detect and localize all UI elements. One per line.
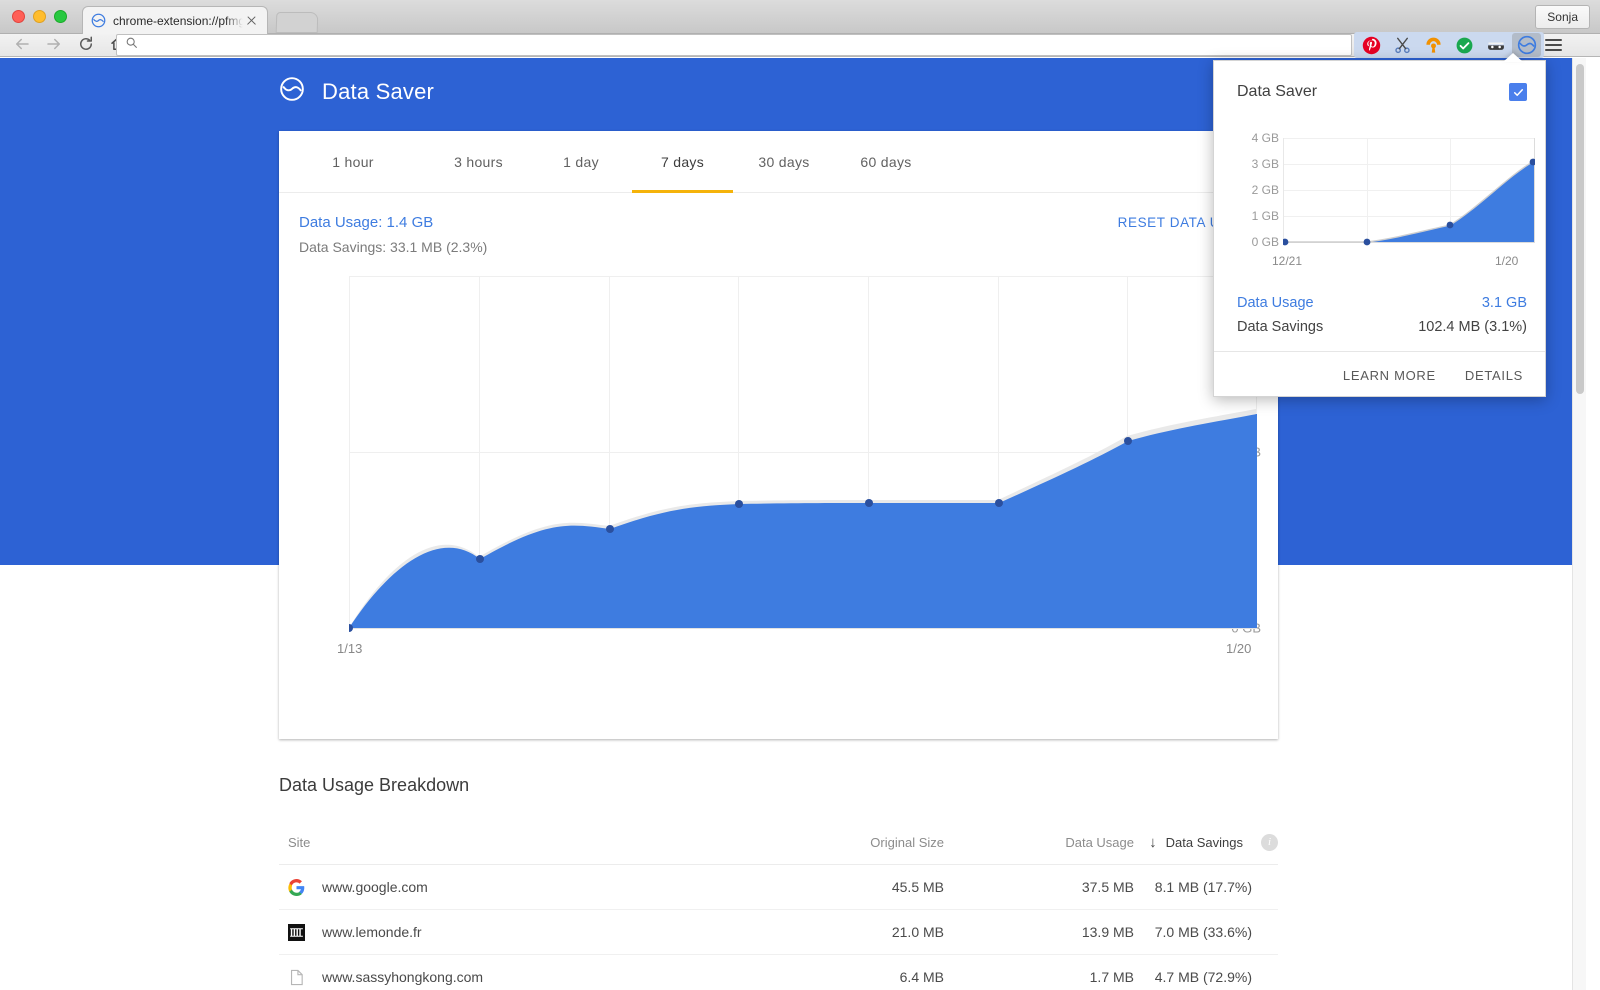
google-icon xyxy=(288,879,305,896)
down-arrow-icon: ↓ xyxy=(1149,834,1157,851)
range-tabs: 1 hour 3 hours 1 day 7 days 30 days 60 d… xyxy=(279,131,1278,193)
close-window-button[interactable] xyxy=(12,10,25,23)
keyhole-lock-icon[interactable] xyxy=(1419,33,1448,57)
main-usage-chart: 2 GB 1 GB 0 GB 1/13 1/20 xyxy=(299,276,1261,696)
page-scrollbar[interactable] xyxy=(1572,58,1586,990)
main-chart-plot xyxy=(349,276,1257,628)
tab-60-days[interactable]: 60 days xyxy=(835,131,937,193)
popup-y-tick-3gb: 3 GB xyxy=(1237,157,1279,171)
popup-header: Data Saver xyxy=(1237,83,1527,101)
popup-stats: Data Usage 3.1 GB Data Savings 102.4 MB … xyxy=(1237,291,1527,339)
popup-usage-row: Data Usage 3.1 GB xyxy=(1237,291,1527,315)
close-icon[interactable] xyxy=(245,14,259,28)
tab-7-days[interactable]: 7 days xyxy=(632,131,733,193)
forward-arrow-icon[interactable] xyxy=(40,30,68,58)
minimize-window-button[interactable] xyxy=(33,10,46,23)
popup-x-tick-end: 1/20 xyxy=(1495,254,1518,268)
cell-data-savings: 7.0 MB (33.6%) xyxy=(1134,924,1278,940)
popup-title: Data Saver xyxy=(1237,83,1509,101)
cell-site: www.sassyhongkong.com xyxy=(279,969,754,986)
data-saver-icon xyxy=(279,76,305,107)
data-saver-icon xyxy=(91,13,106,28)
breakdown-table: Site Original Size Data Usage ↓ Data Sav… xyxy=(279,820,1278,990)
x-tick-start: 1/13 xyxy=(337,641,362,656)
back-arrow-icon[interactable] xyxy=(8,30,36,58)
data-usage-total: Data Usage: 1.4 GB xyxy=(299,212,487,234)
popup-y-tick-4gb: 4 GB xyxy=(1237,131,1279,145)
table-row[interactable]: www.sassyhongkong.com 6.4 MB 1.7 MB 4.7 … xyxy=(279,955,1278,990)
data-savings-total: Data Savings: 33.1 MB (2.3%) xyxy=(299,236,487,258)
data-usage-card: 1 hour 3 hours 1 day 7 days 30 days 60 d… xyxy=(279,131,1278,739)
cell-data-usage: 37.5 MB xyxy=(944,879,1134,895)
popup-usage-area xyxy=(1283,161,1534,242)
scrollbar-thumb[interactable] xyxy=(1576,64,1584,394)
popup-y-tick-1gb: 1 GB xyxy=(1237,209,1279,223)
cell-original-size: 45.5 MB xyxy=(754,879,944,895)
data-usage-area xyxy=(349,414,1257,628)
popup-actions: LEARN MORE DETAILS xyxy=(1214,352,1545,398)
learn-more-button[interactable]: LEARN MORE xyxy=(1343,368,1436,383)
usage-summary: Data Usage: 1.4 GB Data Savings: 33.1 MB… xyxy=(299,212,487,258)
cell-original-size: 6.4 MB xyxy=(754,969,944,985)
popup-y-tick-2gb: 2 GB xyxy=(1237,183,1279,197)
popup-usage-label: Data Usage xyxy=(1237,291,1314,315)
tab-1-hour[interactable]: 1 hour xyxy=(279,131,427,193)
cell-data-usage: 13.9 MB xyxy=(944,924,1134,940)
popup-usage-value: 3.1 GB xyxy=(1482,291,1527,315)
page-icon xyxy=(288,969,305,986)
lemonde-icon xyxy=(288,924,305,941)
cell-site: www.lemonde.fr xyxy=(279,924,754,941)
popup-savings-label: Data Savings xyxy=(1237,315,1323,339)
popup-x-tick-start: 12/21 xyxy=(1272,254,1302,268)
details-button[interactable]: DETAILS xyxy=(1465,368,1523,383)
new-tab-button[interactable] xyxy=(276,12,319,33)
site-name: www.lemonde.fr xyxy=(322,924,422,940)
column-header-usage[interactable]: Data Usage xyxy=(944,835,1134,850)
browser-titlebar: chrome-extension://pfmgfc Sonja xyxy=(0,0,1600,34)
reload-icon[interactable] xyxy=(72,30,100,58)
tab-3-hours[interactable]: 3 hours xyxy=(427,131,530,193)
tab-title: chrome-extension://pfmgfc xyxy=(113,14,243,28)
table-row[interactable]: www.google.com 45.5 MB 37.5 MB 8.1 MB (1… xyxy=(279,865,1278,910)
table-header-row: Site Original Size Data Usage ↓ Data Sav… xyxy=(279,820,1278,865)
popup-usage-chart: 4 GB 3 GB 2 GB 1 GB 0 GB 12/21 1/20 xyxy=(1237,136,1532,271)
popup-savings-value: 102.4 MB (3.1%) xyxy=(1418,315,1527,339)
browser-window: chrome-extension://pfmgfc Sonja xyxy=(0,0,1600,990)
popup-arrow xyxy=(1503,53,1523,62)
page-title: Data Saver xyxy=(322,79,434,105)
green-check-icon[interactable] xyxy=(1450,33,1479,57)
page-header: Data Saver xyxy=(279,76,434,107)
pinterest-icon[interactable] xyxy=(1357,33,1386,57)
hamburger-menu-icon[interactable] xyxy=(1540,32,1566,58)
scissors-icon[interactable] xyxy=(1388,33,1417,57)
popup-chart-plot xyxy=(1283,136,1535,243)
breakdown-title: Data Usage Breakdown xyxy=(279,775,469,796)
profile-button[interactable]: Sonja xyxy=(1535,5,1590,29)
site-name: www.sassyhongkong.com xyxy=(322,969,483,985)
column-header-original[interactable]: Original Size xyxy=(754,835,944,850)
popup-savings-row: Data Savings 102.4 MB (3.1%) xyxy=(1237,315,1527,339)
tab-30-days[interactable]: 30 days xyxy=(733,131,835,193)
cell-data-savings: 4.7 MB (72.9%) xyxy=(1134,969,1278,985)
window-controls xyxy=(12,10,67,23)
address-bar[interactable] xyxy=(116,34,1352,56)
navigation-buttons xyxy=(8,30,132,58)
maximize-window-button[interactable] xyxy=(54,10,67,23)
search-icon xyxy=(125,36,138,54)
cell-original-size: 21.0 MB xyxy=(754,924,944,940)
x-tick-end: 1/20 xyxy=(1226,641,1251,656)
info-icon[interactable]: i xyxy=(1261,834,1278,851)
popup-y-tick-0gb: 0 GB xyxy=(1237,235,1279,249)
cell-site: www.google.com xyxy=(279,879,754,896)
cell-data-savings: 8.1 MB (17.7%) xyxy=(1134,879,1278,895)
data-saver-popup: Data Saver 4 GB 3 GB 2 GB 1 GB 0 GB 12/2… xyxy=(1213,60,1546,397)
column-header-savings[interactable]: ↓ Data Savings i xyxy=(1134,834,1278,851)
table-row[interactable]: www.lemonde.fr 21.0 MB 13.9 MB 7.0 MB (3… xyxy=(279,910,1278,955)
column-header-savings-label: Data Savings xyxy=(1166,835,1243,850)
tab-1-day[interactable]: 1 day xyxy=(530,131,632,193)
column-header-site[interactable]: Site xyxy=(279,835,754,850)
cell-data-usage: 1.7 MB xyxy=(944,969,1134,985)
data-saver-toggle-checkbox[interactable] xyxy=(1509,83,1527,101)
site-name: www.google.com xyxy=(322,879,428,895)
